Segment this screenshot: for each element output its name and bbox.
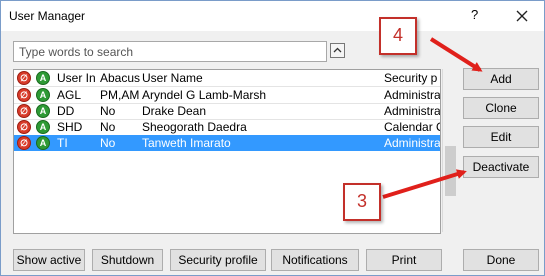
callout-step-4: 4 [379, 17, 417, 55]
callout-step-3: 3 [343, 183, 381, 221]
annotation-arrows [382, 37, 483, 199]
arrow-to-add [429, 37, 483, 72]
arrow-to-deactivate [382, 169, 467, 199]
